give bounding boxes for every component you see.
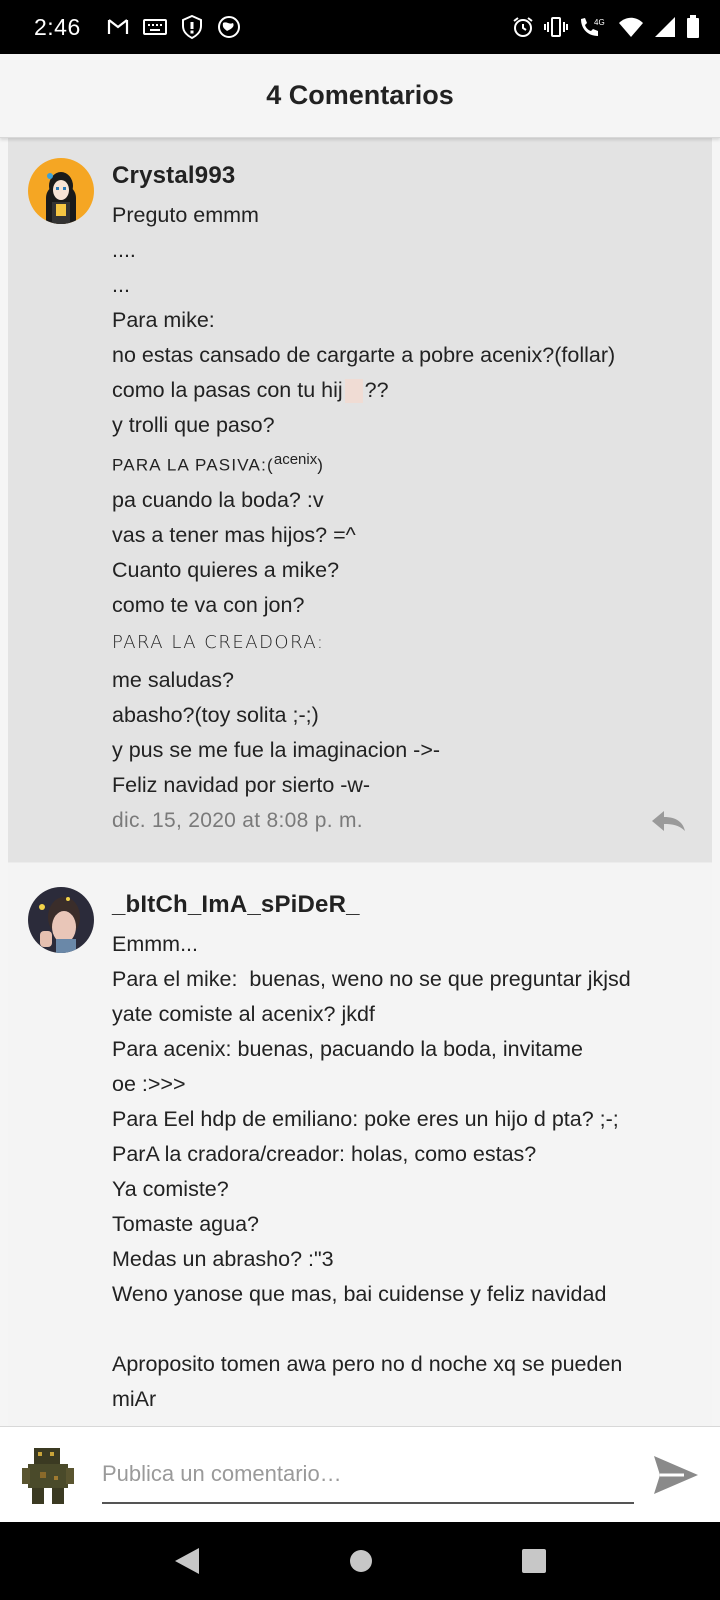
comment-line: Cuanto quieres a mike? — [112, 557, 340, 582]
comment-line: Emmm... — [112, 932, 198, 956]
comment-line: vas a tener mas hijos? =^ — [112, 522, 356, 547]
comment-line-part: PARA LA PASIVA:( — [112, 455, 274, 475]
comment-line-part: ) — [317, 455, 325, 475]
comment-item[interactable]: _bItCh_ImA_sPiDeR_ Emmm... Para el mike:… — [8, 862, 712, 1426]
comment-line: Weno yanose que mas, bai cuidense y feli… — [112, 1282, 607, 1306]
home-icon — [349, 1550, 372, 1572]
comment-line: ... — [112, 273, 130, 297]
comment-line: y trolli que paso? — [112, 413, 275, 437]
system-nav-bar — [0, 1522, 720, 1600]
back-button[interactable] — [173, 1546, 201, 1576]
comment-username[interactable]: Crystal993 — [112, 162, 692, 190]
recents-button[interactable] — [521, 1548, 547, 1574]
comment-line: como te va con jon? — [112, 592, 305, 617]
vpn-globe-icon — [217, 15, 241, 39]
photo-avatar-icon — [28, 887, 94, 953]
anime-girl-avatar-icon — [28, 158, 94, 224]
vibrate-icon — [544, 16, 568, 38]
system-icons: 4G — [512, 15, 700, 39]
comment-username[interactable]: _bItCh_ImA_sPiDeR_ — [112, 891, 692, 919]
comment-line: abasho?(toy solita ;-;) — [112, 702, 319, 727]
reply-icon — [652, 810, 685, 831]
emoji-mark — [344, 379, 363, 404]
gmail-icon — [107, 18, 129, 36]
comment-line: Para acenix: buenas, pacuando la boda, i… — [112, 1037, 583, 1061]
comment-input[interactable] — [102, 1460, 634, 1487]
comment-line-part: como la pasas con tu hij — [112, 378, 343, 402]
svg-text:4G: 4G — [594, 18, 605, 27]
comment-line: Medas un abrasho? :"3 — [112, 1247, 334, 1271]
superscript-text: acenix — [273, 451, 318, 468]
page-title: 4 Comentarios — [266, 80, 454, 110]
comment-line: Preguto emmm — [112, 203, 259, 227]
comment-line: PARA LA CREADORA: — [112, 631, 325, 653]
comment-line: Feliz navidad por sierto -w- — [112, 772, 371, 797]
battery-icon — [686, 15, 700, 39]
reply-button[interactable] — [650, 809, 686, 833]
comment-line: .... — [112, 238, 136, 262]
comment-blank-line — [112, 1312, 692, 1347]
comment-line: Ya comiste? — [112, 1177, 229, 1201]
comment-line: como la pasas con tu hij?? — [112, 373, 692, 408]
back-icon — [175, 1548, 200, 1574]
pixel-character-avatar-icon — [18, 1443, 78, 1506]
comment-composer — [0, 1426, 720, 1522]
comment-line: no estas cansado de cargarte a pobre ace… — [112, 343, 616, 367]
comment-line: y pus se me fue la imaginacion ->- — [112, 737, 441, 762]
comment-line: me saludas? — [112, 667, 234, 692]
comment-line: PARA LA PASIVA:(acenix) — [112, 443, 692, 483]
user-avatar[interactable] — [28, 887, 94, 953]
comment-line: ParA la cradora/creador: holas, como est… — [112, 1142, 537, 1166]
own-avatar[interactable] — [18, 1443, 78, 1506]
status-bar: 2:46 4G — [0, 0, 720, 54]
comment-line: Aproposito tomen awa pero no d noche xq … — [112, 1352, 623, 1376]
comment-item[interactable]: Crystal993 Preguto emmm .... ... Para mi… — [8, 138, 712, 862]
comments-header: 4 Comentarios — [0, 54, 720, 138]
notification-icons — [107, 15, 241, 39]
comment-meta: dic. 15, 2020 at 8:08 p. m. — [112, 809, 692, 833]
status-time: 2:46 — [34, 13, 81, 40]
comment-line: yate comiste al acenix? jkdf — [112, 1002, 375, 1026]
home-button[interactable] — [348, 1548, 374, 1574]
volte-call-icon: 4G — [578, 15, 608, 39]
keyboard-icon — [142, 18, 167, 36]
comment-input-wrapper[interactable] — [102, 1446, 634, 1504]
comment-line: Tomaste agua? — [112, 1212, 260, 1236]
comment-line: Para mike: — [112, 308, 215, 332]
comment-line: miAr — [112, 1387, 157, 1411]
comments-list[interactable]: Crystal993 Preguto emmm .... ... Para mi… — [8, 138, 712, 1426]
send-icon — [654, 1455, 698, 1494]
recents-icon — [521, 1549, 546, 1573]
signal-icon — [654, 16, 676, 38]
alarm-icon — [512, 16, 534, 38]
comment-line: Para Eel hdp de emiliano: poke eres un h… — [112, 1107, 619, 1131]
comment-line: pa cuando la boda? :v — [112, 487, 324, 512]
user-avatar[interactable] — [28, 158, 94, 224]
send-button[interactable] — [652, 1454, 700, 1496]
comment-body: Crystal993 Preguto emmm .... ... Para mi… — [112, 152, 692, 846]
shield-icon — [181, 15, 203, 39]
comment-line: Para el mike: buenas, weno no se que pre… — [112, 967, 631, 991]
comment-line: oe :>>> — [112, 1072, 186, 1096]
comment-body: _bItCh_ImA_sPiDeR_ Emmm... Para el mike:… — [112, 881, 692, 1426]
wifi-icon — [618, 16, 644, 38]
comment-line-part: ?? — [364, 378, 389, 402]
comment-timestamp: dic. 15, 2020 at 8:08 p. m. — [112, 808, 363, 832]
